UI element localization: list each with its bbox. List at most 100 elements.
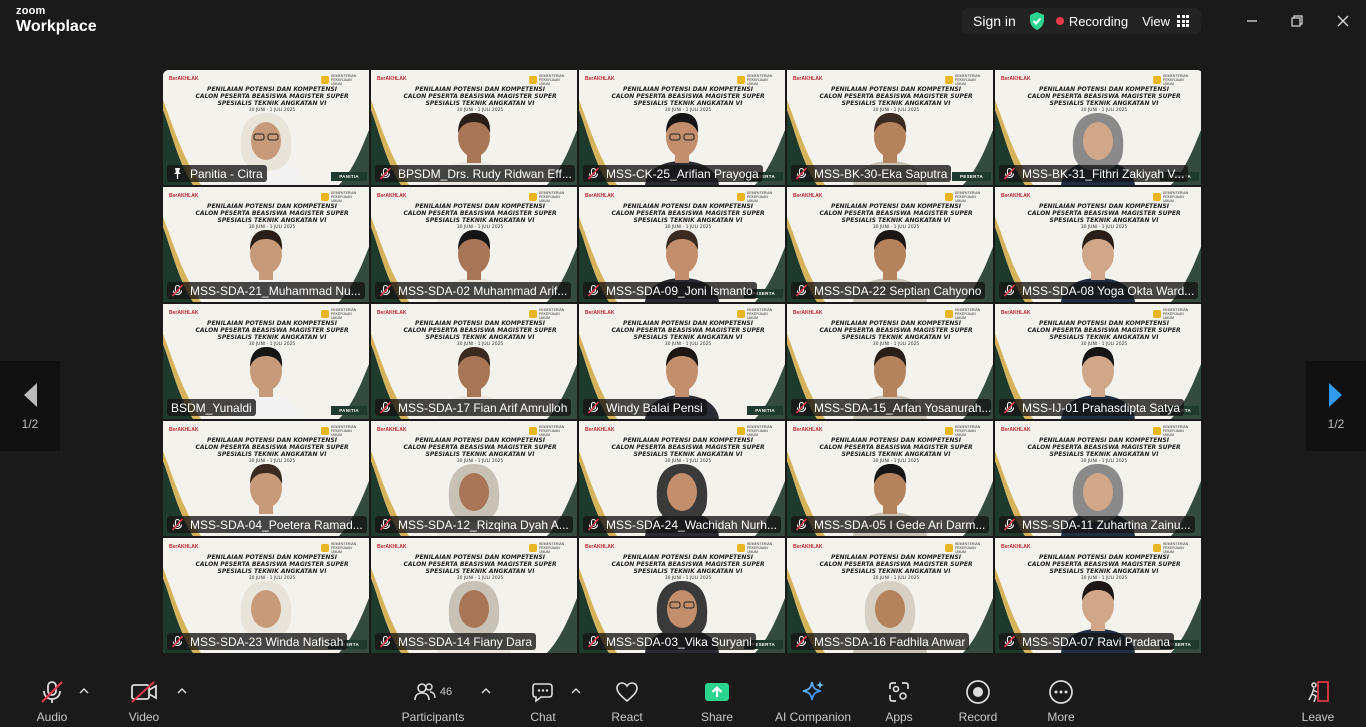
berakhlak-logo: BerAKHLAK (793, 427, 823, 433)
record-label: Record (958, 710, 998, 724)
brand-top: zoom (16, 5, 46, 17)
leave-button[interactable]: Leave (1298, 674, 1338, 727)
more-options-icon (1049, 680, 1073, 704)
sign-in-button[interactable]: Sign in (962, 13, 1028, 29)
microphone-muted-icon (379, 167, 392, 180)
ai-companion-button[interactable]: AI Companion (770, 674, 856, 727)
participant-tile[interactable]: BerAKHLAK KEMENTERIAN PEKERJAAN UMUM PENIL… (163, 304, 369, 419)
audio-options-chevron-up-icon[interactable] (79, 686, 89, 696)
ministry-logo: KEMENTERIAN PEKERJAAN UMUM (529, 542, 569, 554)
ministry-logo: KEMENTERIAN PEKERJAAN UMUM (529, 74, 569, 86)
participant-name: MSS-SDA-12_Rizqina Dyah A... (398, 517, 569, 532)
participant-tile[interactable]: BerAKHLAK KEMENTERIAN PEKERJAAN UMUM PENIL… (371, 304, 577, 419)
berakhlak-logo: BerAKHLAK (377, 76, 407, 82)
participant-nameplate: Windy Balai Pensi (583, 399, 707, 416)
participant-tile[interactable]: BerAKHLAK KEMENTERIAN PEKERJAAN UMUM PENIL… (163, 70, 369, 185)
participant-tile[interactable]: BerAKHLAK KEMENTERIAN PEKERJAAN UMUM PENIL… (787, 70, 993, 185)
microphone-muted-icon (379, 401, 392, 414)
participant-tile[interactable]: BerAKHLAK KEMENTERIAN PEKERJAAN UMUM PENIL… (787, 187, 993, 302)
participant-tile[interactable]: BerAKHLAK KEMENTERIAN PEKERJAAN UMUM PENIL… (787, 304, 993, 419)
chevron-right-icon (1329, 383, 1342, 407)
participant-tile[interactable]: BerAKHLAK KEMENTERIAN PEKERJAAN UMUM PENIL… (995, 70, 1201, 185)
microphone-muted-icon (795, 167, 808, 180)
ministry-logo: KEMENTERIAN PEKERJAAN UMUM (529, 191, 569, 203)
microphone-muted-icon (1003, 635, 1016, 648)
role-badge: PANITIA (747, 406, 783, 415)
minimize-button[interactable] (1240, 9, 1264, 33)
ministry-logo: KEMENTERIAN PEKERJAAN UMUM (1153, 74, 1193, 86)
role-badge: PANITIA (331, 172, 367, 181)
chat-button[interactable]: Chat (523, 674, 563, 727)
apps-button[interactable]: Apps (879, 674, 919, 727)
microphone-muted-icon (379, 635, 392, 648)
participant-tile[interactable]: BerAKHLAK KEMENTERIAN PEKERJAAN UMUM PENIL… (163, 421, 369, 536)
previous-page-button[interactable]: 1/2 (0, 361, 60, 451)
audio-button[interactable]: Audio (32, 674, 72, 727)
chat-bubble-icon (532, 683, 553, 703)
participants-label: Participants (401, 710, 465, 724)
recording-dot-icon (1055, 17, 1064, 25)
participant-tile[interactable]: BerAKHLAK KEMENTERIAN PEKERJAAN UMUM PENIL… (995, 421, 1201, 536)
participant-name: MSS-SDA-05 I Gede Ari Darm... (814, 517, 986, 532)
participant-tile[interactable]: BerAKHLAK KEMENTERIAN PEKERJAAN UMUM PENIL… (787, 538, 993, 653)
next-page-button[interactable]: 1/2 (1306, 361, 1366, 451)
recording-indicator[interactable]: Recording (1055, 13, 1129, 29)
berakhlak-logo: BerAKHLAK (169, 310, 199, 316)
participant-tile[interactable]: BerAKHLAK KEMENTERIAN PEKERJAAN UMUM PENIL… (579, 304, 785, 419)
participant-tile[interactable]: BerAKHLAK KEMENTERIAN PEKERJAAN UMUM PENIL… (163, 538, 369, 653)
pin-icon (174, 168, 181, 179)
video-options-chevron-up-icon[interactable] (177, 686, 187, 696)
ai-sparkle-icon (802, 681, 824, 701)
participant-tile[interactable]: BerAKHLAK KEMENTERIAN PEKERJAAN UMUM PENIL… (579, 538, 785, 653)
microphone-muted-icon (1003, 167, 1016, 180)
view-button[interactable]: View (1142, 14, 1201, 29)
page-indicator-left: 1/2 (21, 417, 39, 431)
participant-name: MSS-SDA-17 Fian Arif Amrulloh (398, 400, 568, 415)
react-button[interactable]: React (607, 674, 647, 727)
role-badge: PANITIA (331, 406, 367, 415)
participant-tile[interactable]: BerAKHLAK KEMENTERIAN PEKERJAAN UMUM PENIL… (995, 304, 1201, 419)
participant-name: MSS-SDA-03_Vika Suryani (606, 634, 752, 649)
restore-button[interactable] (1285, 9, 1309, 33)
participant-tile[interactable]: BerAKHLAK KEMENTERIAN PEKERJAAN UMUM PENIL… (371, 538, 577, 653)
leave-label: Leave (1301, 710, 1335, 724)
berakhlak-logo: BerAKHLAK (1001, 76, 1031, 82)
participants-button[interactable]: 46 Participants (398, 674, 468, 727)
participant-nameplate: MSS-SDA-23 Winda Nafisah (167, 633, 348, 650)
ministry-logo: KEMENTERIAN PEKERJAAN UMUM (737, 425, 777, 437)
record-button[interactable]: Record (956, 674, 1000, 727)
ministry-logo: KEMENTERIAN PEKERJAAN UMUM (321, 425, 361, 437)
participant-tile[interactable]: BerAKHLAK KEMENTERIAN PEKERJAAN UMUM PENIL… (371, 187, 577, 302)
more-button[interactable]: More (1041, 674, 1081, 727)
participant-tile[interactable]: BerAKHLAK KEMENTERIAN PEKERJAAN UMUM PENIL… (579, 421, 785, 536)
chevron-left-icon (24, 383, 37, 407)
shield-icon[interactable] (1028, 11, 1046, 31)
video-button[interactable]: Video (124, 674, 164, 727)
microphone-muted-icon (1003, 284, 1016, 297)
participant-tile[interactable]: BerAKHLAK KEMENTERIAN PEKERJAAN UMUM PENIL… (787, 421, 993, 536)
participant-name: MSS-SDA-08 Yoga Okta Ward... (1022, 283, 1195, 298)
participant-tile[interactable]: BerAKHLAK KEMENTERIAN PEKERJAAN UMUM PENIL… (995, 538, 1201, 653)
berakhlak-logo: BerAKHLAK (169, 76, 199, 82)
minimize-icon (1247, 20, 1257, 22)
participant-tile[interactable]: BerAKHLAK KEMENTERIAN PEKERJAAN UMUM PENIL… (995, 187, 1201, 302)
ministry-logo: KEMENTERIAN PEKERJAAN UMUM (529, 425, 569, 437)
participant-name: MSS-IJ-01 Prahasdipta Satya (1022, 400, 1181, 415)
participants-options-chevron-up-icon[interactable] (481, 686, 491, 696)
ministry-logo: KEMENTERIAN PEKERJAAN UMUM (321, 74, 361, 86)
meeting-toolbar: Audio Video 46 Participants Chat React S… (0, 674, 1366, 727)
participant-tile[interactable]: BerAKHLAK KEMENTERIAN PEKERJAAN UMUM PENIL… (163, 187, 369, 302)
close-button[interactable] (1331, 9, 1355, 33)
berakhlak-logo: BerAKHLAK (169, 193, 199, 199)
share-button[interactable]: Share (697, 674, 737, 727)
participant-tile[interactable]: BerAKHLAK KEMENTERIAN PEKERJAAN UMUM PENIL… (371, 421, 577, 536)
chat-options-chevron-up-icon[interactable] (571, 686, 581, 696)
participant-tile[interactable]: BerAKHLAK KEMENTERIAN PEKERJAAN UMUM PENIL… (579, 70, 785, 185)
microphone-muted-icon (795, 401, 808, 414)
participant-name: MSS-SDA-11 Zuhartina Zainu... (1022, 517, 1191, 532)
berakhlak-logo: BerAKHLAK (377, 544, 407, 550)
recording-label: Recording (1068, 13, 1129, 29)
participant-tile[interactable]: BerAKHLAK KEMENTERIAN PEKERJAAN UMUM PENIL… (371, 70, 577, 185)
ministry-logo: KEMENTERIAN PEKERJAAN UMUM (1153, 542, 1193, 554)
participant-tile[interactable]: BerAKHLAK KEMENTERIAN PEKERJAAN UMUM PENIL… (579, 187, 785, 302)
